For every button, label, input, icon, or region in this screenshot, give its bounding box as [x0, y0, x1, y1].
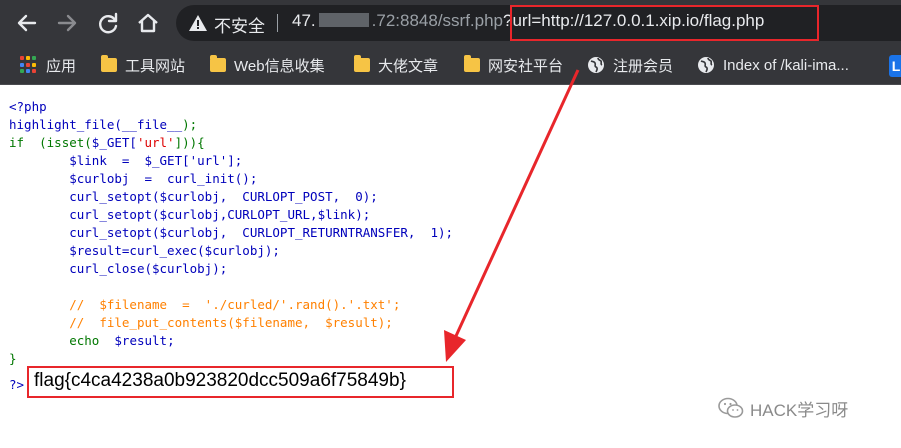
wechat-icon — [718, 397, 744, 418]
globe-icon — [588, 57, 604, 73]
bookmark-web-info[interactable]: Web信息收集 — [210, 55, 325, 75]
bookmarks-bar: 应用 工具网站 Web信息收集 大佬文章 网安社平台 注册会员 Index of… — [0, 46, 901, 85]
bookmark-label: 工具网站 — [125, 57, 186, 75]
code-line: curl_setopt($curlobj, CURLOPT_RETURNTRAN… — [69, 225, 454, 240]
browser-toolbar: 不安全 47. .72:8848/ssrf.php?url=http://127.… — [0, 0, 901, 46]
code-line: if — [9, 135, 25, 150]
reload-icon — [99, 12, 118, 34]
url-highlight-box — [510, 5, 819, 41]
url-path: .72:8848/ssrf.php — [371, 11, 504, 30]
forward-button[interactable] — [53, 9, 81, 37]
code-comment: // file_put_contents($filename, $result)… — [69, 315, 393, 330]
code-line: $result=curl_exec($curlobj); — [69, 243, 280, 258]
output-line: ?> — [9, 376, 24, 394]
code-line: echo — [69, 333, 100, 348]
php-source: <?php highlight_file(__file__); if (isse… — [9, 99, 454, 366]
bookmark-platform[interactable]: 网安社平台 — [464, 55, 563, 75]
code-line: curl_setopt($curlobj,CURLOPT_URL,$link); — [69, 207, 371, 222]
bookmark-label: 注册会员 — [613, 57, 674, 75]
insecure-label: 不安全 — [214, 17, 265, 36]
bookmark-overflow[interactable]: L — [889, 55, 901, 77]
globe-icon — [698, 57, 714, 73]
forward-arrow-icon — [57, 14, 77, 32]
redacted-ip — [318, 13, 369, 27]
home-icon — [138, 13, 158, 33]
apps-icon — [20, 56, 38, 74]
back-button[interactable] — [13, 9, 41, 37]
bookmark-label: 大佬文章 — [378, 57, 439, 75]
folder-icon — [464, 55, 480, 72]
bookmark-label: Index of /kali-ima... — [723, 56, 849, 74]
watermark-text: HACK学习呀 — [750, 400, 849, 420]
folder-icon — [101, 55, 117, 72]
url-host-prefix: 47. — [292, 11, 316, 30]
bookmark-register[interactable]: 注册会员 — [587, 55, 673, 75]
watermark: HACK学习呀 — [718, 396, 848, 420]
folder-icon — [354, 55, 370, 72]
warning-triangle-icon — [189, 15, 207, 31]
bookmark-label: 应用 — [46, 57, 77, 75]
bookmark-apps[interactable]: 应用 — [20, 55, 76, 75]
reload-button[interactable] — [94, 9, 122, 37]
code-comment: // $filename = './curled/'.rand().'.txt'… — [69, 297, 401, 312]
code-line: curl_close($curlobj); — [69, 261, 228, 276]
code-line: highlight_file( — [9, 117, 122, 132]
code-line: <?php — [9, 99, 47, 114]
back-arrow-icon — [17, 14, 37, 32]
code-line: } — [9, 351, 17, 366]
bookmark-articles[interactable]: 大佬文章 — [354, 55, 438, 75]
code-line: curl_setopt($curlobj, CURLOPT_POST, 0); — [69, 189, 378, 204]
omnibox-divider — [277, 14, 278, 32]
folder-icon — [210, 55, 226, 72]
bookmark-label: 网安社平台 — [488, 57, 564, 75]
bookmark-tools[interactable]: 工具网站 — [101, 55, 185, 75]
code-line: $curlobj = curl_init(); — [69, 171, 258, 186]
bookmark-kali-index[interactable]: Index of /kali-ima... — [697, 55, 849, 75]
code-line: $link = $_GET['url']; — [69, 153, 243, 168]
flag-output: flag{c4ca4238a0b923820dcc509a6f75849b} — [34, 370, 406, 391]
home-button[interactable] — [134, 9, 162, 37]
bookmark-label: Web信息收集 — [234, 57, 325, 75]
php-close-tag: ?> — [9, 377, 25, 392]
